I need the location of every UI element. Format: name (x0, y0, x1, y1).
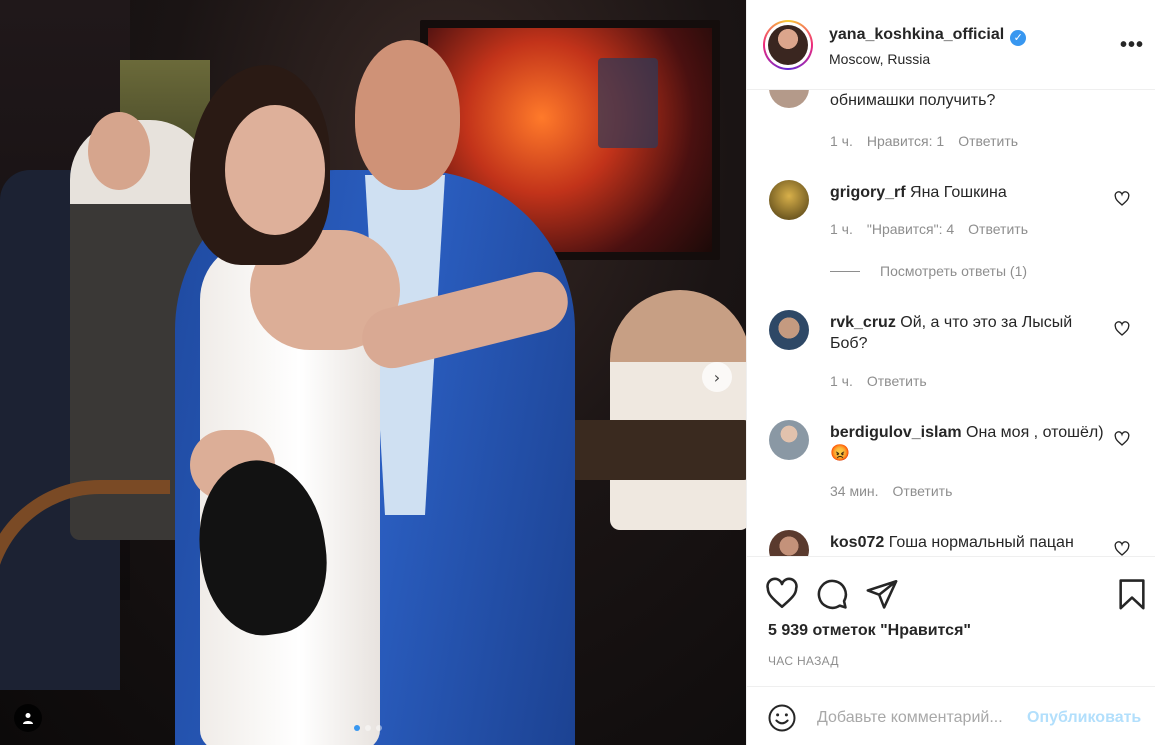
comment-avatar[interactable] (769, 420, 809, 460)
comment-text: Яна Гошкина (910, 184, 1007, 201)
comment-input[interactable] (817, 705, 1022, 731)
verified-badge-icon: ✓ (1010, 29, 1027, 46)
emoji-icon[interactable] (767, 703, 797, 733)
publish-button[interactable]: Опубликовать (1027, 709, 1141, 727)
heart-icon[interactable] (1114, 431, 1130, 447)
heart-icon[interactable] (765, 577, 799, 611)
reply-button[interactable]: Ответить (958, 133, 1018, 149)
comment-avatar[interactable] (769, 180, 809, 220)
author-username[interactable]: yana_koshkina_official (829, 26, 1004, 43)
background-woman (610, 290, 746, 530)
comment-time[interactable]: 1 ч. (830, 373, 853, 389)
comment-time[interactable]: 1 ч. (830, 133, 853, 149)
post-actions: 5 939 отметок "Нравится" ЧАС НАЗАД (747, 556, 1155, 686)
man-head (355, 40, 460, 190)
comment-avatar[interactable] (769, 530, 809, 556)
chevron-right-icon: › (713, 367, 721, 387)
reply-button[interactable]: Ответить (893, 483, 953, 499)
post-timestamp[interactable]: ЧАС НАЗАД (768, 654, 839, 668)
reply-button[interactable]: Ответить (968, 221, 1028, 237)
comment-username[interactable]: grigory_rf (830, 184, 906, 201)
post-location[interactable]: Moscow, Russia (829, 51, 930, 67)
comment-username[interactable]: rvk_cruz (830, 314, 896, 331)
heart-icon[interactable] (1114, 541, 1130, 556)
background-man-head (88, 112, 150, 190)
comment-icon[interactable] (815, 577, 849, 611)
background-table (570, 420, 746, 480)
comment-avatar[interactable] (769, 310, 809, 350)
comment-username[interactable]: kos072 (830, 534, 884, 551)
comments-list[interactable]: обнимашки получить? 1 ч. Нравится: 1 Отв… (747, 90, 1155, 556)
likes-count[interactable]: 5 939 отметок "Нравится" (768, 622, 971, 640)
add-comment-bar: Опубликовать (747, 686, 1155, 745)
post-header: yana_koshkina_official ✓ Moscow, Russia •… (747, 0, 1155, 90)
view-replies-button[interactable]: Посмотреть ответы (1) (830, 263, 1027, 279)
comment-time[interactable]: 1 ч. (830, 221, 853, 237)
carousel-dot (354, 725, 360, 731)
carousel-dots (354, 725, 382, 731)
heart-icon[interactable] (1114, 191, 1130, 207)
carousel-dot (376, 725, 382, 731)
comment-time[interactable]: 34 мин. (830, 483, 879, 499)
comment-likes[interactable]: "Нравится": 4 (867, 221, 954, 237)
carousel-next-button[interactable]: › (702, 362, 732, 392)
tagged-users-button[interactable] (14, 704, 42, 732)
post-sidebar: yana_koshkina_official ✓ Moscow, Russia •… (746, 0, 1155, 745)
comment-text: обнимашки получить? (830, 92, 996, 109)
heart-icon[interactable] (1114, 321, 1130, 337)
author-avatar-image (768, 25, 808, 65)
replies-divider (830, 270, 860, 272)
comment-text: Гоша нормальный пацан (888, 534, 1074, 551)
comment-likes[interactable]: Нравится: 1 (867, 133, 944, 149)
reply-button[interactable]: Ответить (867, 373, 927, 389)
more-options-icon[interactable]: ••• (1120, 34, 1144, 57)
woman-face (225, 105, 325, 235)
user-icon (23, 713, 33, 724)
comment-username[interactable]: berdigulov_islam (830, 424, 962, 441)
view-replies-label: Посмотреть ответы (1) (880, 263, 1028, 279)
author-avatar[interactable] (763, 20, 813, 70)
comment-avatar[interactable] (769, 90, 809, 108)
share-icon[interactable] (865, 577, 899, 611)
post-photo[interactable]: › (0, 0, 746, 745)
carousel-dot (365, 725, 371, 731)
bookmark-icon[interactable] (1115, 577, 1149, 611)
